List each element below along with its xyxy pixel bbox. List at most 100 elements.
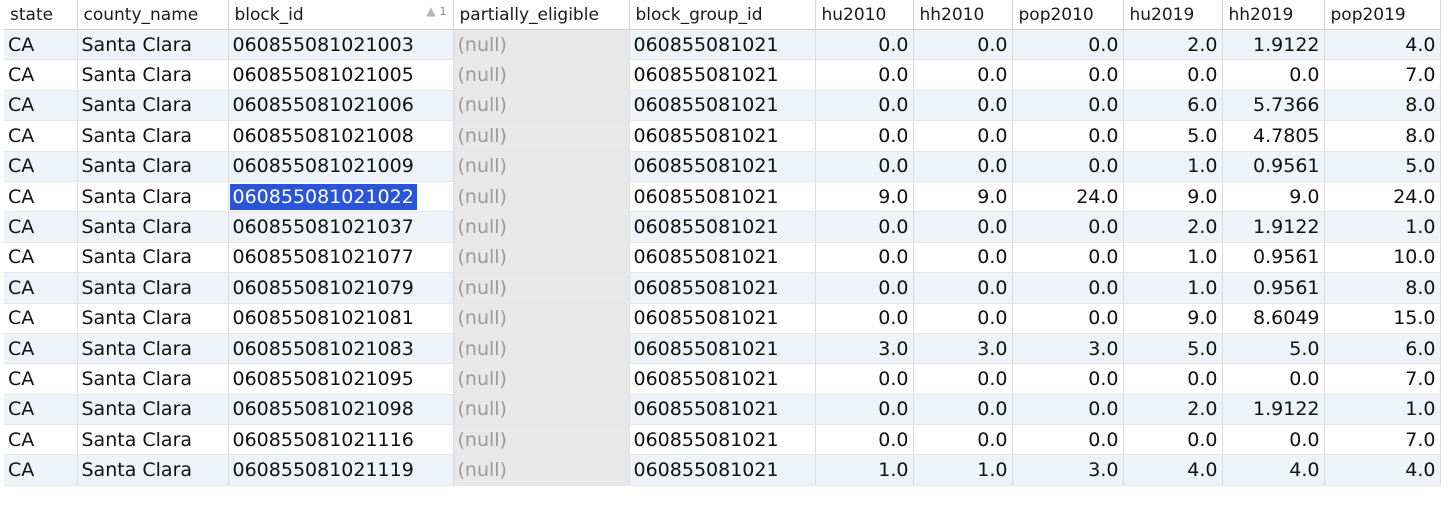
table-row[interactable]: CA Santa Clara 060855081021079 (null) 060855… bbox=[4, 272, 1441, 304]
cell-pop2019[interactable]: 15.0 bbox=[1324, 303, 1441, 334]
cell-state[interactable]: CA bbox=[4, 333, 78, 365]
cell-county-name[interactable]: Santa Clara bbox=[77, 242, 229, 274]
table-row[interactable]: CA Santa Clara 060855081021095 (null) 060855… bbox=[4, 363, 1441, 395]
column-header-hh2010[interactable]: hh2010 bbox=[913, 0, 1013, 30]
cell-pop2010[interactable]: 0.0 bbox=[1012, 424, 1124, 456]
cell-hu2019[interactable]: 0.0 bbox=[1123, 363, 1223, 395]
cell-partially-eligible[interactable]: (null) bbox=[453, 181, 630, 213]
column-header-hu2019[interactable]: hu2019 bbox=[1123, 0, 1223, 30]
cell-block-group-id[interactable]: 060855081021 bbox=[629, 272, 816, 304]
cell-county-name[interactable]: Santa Clara bbox=[77, 454, 229, 486]
cell-hh2010[interactable]: 0.0 bbox=[913, 363, 1013, 395]
cell-block-id[interactable]: 060855081021081 bbox=[228, 303, 454, 334]
cell-state[interactable]: CA bbox=[4, 394, 78, 426]
table-row[interactable]: CA Santa Clara 060855081021119 (null) 060855… bbox=[4, 454, 1441, 486]
cell-hh2019[interactable]: 1.9122 bbox=[1222, 211, 1325, 243]
cell-pop2019[interactable]: 7.0 bbox=[1324, 59, 1441, 91]
cell-block-group-id[interactable]: 060855081021 bbox=[629, 242, 816, 274]
cell-hu2010[interactable]: 0.0 bbox=[815, 120, 914, 152]
cell-partially-eligible[interactable]: (null) bbox=[453, 333, 630, 365]
cell-state[interactable]: CA bbox=[4, 242, 78, 274]
cell-block-id[interactable]: 060855081021006 bbox=[228, 90, 454, 122]
cell-hh2010[interactable]: 0.0 bbox=[913, 424, 1013, 456]
cell-county-name[interactable]: Santa Clara bbox=[77, 90, 229, 122]
cell-county-name[interactable]: Santa Clara bbox=[77, 272, 229, 304]
cell-partially-eligible[interactable]: (null) bbox=[453, 59, 630, 91]
cell-block-id[interactable]: 060855081021119 bbox=[228, 454, 454, 486]
cell-block-id[interactable]: 060855081021116 bbox=[228, 424, 454, 456]
cell-state[interactable]: CA bbox=[4, 151, 78, 182]
cell-pop2010[interactable]: 0.0 bbox=[1012, 394, 1124, 426]
cell-hu2019[interactable]: 0.0 bbox=[1123, 59, 1223, 91]
cell-hu2019[interactable]: 1.0 bbox=[1123, 272, 1223, 304]
cell-hh2019[interactable]: 0.9561 bbox=[1222, 272, 1325, 304]
column-header-hh2019[interactable]: hh2019 bbox=[1222, 0, 1325, 30]
cell-pop2019[interactable]: 1.0 bbox=[1324, 394, 1441, 426]
cell-hu2010[interactable]: 0.0 bbox=[815, 303, 914, 334]
cell-hu2019[interactable]: 5.0 bbox=[1123, 120, 1223, 152]
table-row[interactable]: CA Santa Clara 060855081021116 (null) 060855… bbox=[4, 424, 1441, 456]
cell-pop2019[interactable]: 8.0 bbox=[1324, 90, 1441, 122]
cell-partially-eligible[interactable]: (null) bbox=[453, 151, 630, 182]
cell-block-group-id[interactable]: 060855081021 bbox=[629, 90, 816, 122]
cell-hu2010[interactable]: 0.0 bbox=[815, 211, 914, 243]
cell-pop2019[interactable]: 6.0 bbox=[1324, 333, 1441, 365]
cell-county-name[interactable]: Santa Clara bbox=[77, 424, 229, 456]
cell-hh2019[interactable]: 5.0 bbox=[1222, 333, 1325, 365]
cell-hh2010[interactable]: 9.0 bbox=[913, 181, 1013, 213]
cell-block-id[interactable]: 060855081021003 bbox=[228, 29, 454, 61]
cell-pop2010[interactable]: 0.0 bbox=[1012, 90, 1124, 122]
cell-hu2010[interactable]: 0.0 bbox=[815, 90, 914, 122]
cell-pop2019[interactable]: 4.0 bbox=[1324, 29, 1441, 61]
cell-partially-eligible[interactable]: (null) bbox=[453, 90, 630, 122]
cell-state[interactable]: CA bbox=[4, 120, 78, 152]
cell-block-id[interactable]: 060855081021037 bbox=[228, 211, 454, 243]
cell-hh2010[interactable]: 0.0 bbox=[913, 303, 1013, 334]
cell-hu2010[interactable]: 3.0 bbox=[815, 333, 914, 365]
cell-hu2019[interactable]: 2.0 bbox=[1123, 211, 1223, 243]
cell-pop2010[interactable]: 0.0 bbox=[1012, 242, 1124, 274]
cell-pop2010[interactable]: 0.0 bbox=[1012, 363, 1124, 395]
table-row[interactable]: CA Santa Clara 060855081021077 (null) 060855… bbox=[4, 242, 1441, 274]
cell-pop2010[interactable]: 0.0 bbox=[1012, 59, 1124, 91]
cell-hu2010[interactable]: 1.0 bbox=[815, 454, 914, 486]
cell-block-id[interactable]: 060855081021095 bbox=[228, 363, 454, 395]
cell-state[interactable]: CA bbox=[4, 90, 78, 122]
cell-hu2019[interactable]: 9.0 bbox=[1123, 303, 1223, 334]
cell-block-group-id[interactable]: 060855081021 bbox=[629, 181, 816, 213]
column-header-block-group-id[interactable]: block_group_id bbox=[629, 0, 816, 30]
cell-state[interactable]: CA bbox=[4, 29, 78, 61]
cell-block-id[interactable]: 060855081021022 bbox=[228, 181, 454, 213]
cell-hu2019[interactable]: 1.0 bbox=[1123, 242, 1223, 274]
cell-hh2019[interactable]: 4.7805 bbox=[1222, 120, 1325, 152]
cell-hu2010[interactable]: 0.0 bbox=[815, 151, 914, 182]
cell-hh2019[interactable]: 4.0 bbox=[1222, 454, 1325, 486]
cell-hu2010[interactable]: 0.0 bbox=[815, 59, 914, 91]
cell-hu2019[interactable]: 0.0 bbox=[1123, 424, 1223, 456]
cell-block-id[interactable]: 060855081021077 bbox=[228, 242, 454, 274]
cell-pop2019[interactable]: 7.0 bbox=[1324, 424, 1441, 456]
cell-pop2019[interactable]: 8.0 bbox=[1324, 272, 1441, 304]
cell-hu2019[interactable]: 4.0 bbox=[1123, 454, 1223, 486]
cell-block-id[interactable]: 060855081021083 bbox=[228, 333, 454, 365]
cell-county-name[interactable]: Santa Clara bbox=[77, 303, 229, 334]
cell-pop2010[interactable]: 0.0 bbox=[1012, 29, 1124, 61]
cell-pop2010[interactable]: 24.0 bbox=[1012, 181, 1124, 213]
cell-county-name[interactable]: Santa Clara bbox=[77, 29, 229, 61]
cell-partially-eligible[interactable]: (null) bbox=[453, 454, 630, 486]
column-header-county-name[interactable]: county_name bbox=[77, 0, 229, 30]
column-header-state[interactable]: state bbox=[4, 0, 78, 30]
cell-state[interactable]: CA bbox=[4, 211, 78, 243]
column-header-hu2010[interactable]: hu2010 bbox=[815, 0, 914, 30]
cell-pop2010[interactable]: 3.0 bbox=[1012, 454, 1124, 486]
cell-hu2019[interactable]: 2.0 bbox=[1123, 29, 1223, 61]
cell-county-name[interactable]: Santa Clara bbox=[77, 59, 229, 91]
cell-state[interactable]: CA bbox=[4, 424, 78, 456]
cell-county-name[interactable]: Santa Clara bbox=[77, 363, 229, 395]
cell-pop2019[interactable]: 7.0 bbox=[1324, 363, 1441, 395]
cell-hu2019[interactable]: 2.0 bbox=[1123, 394, 1223, 426]
cell-hh2010[interactable]: 0.0 bbox=[913, 242, 1013, 274]
cell-partially-eligible[interactable]: (null) bbox=[453, 29, 630, 61]
cell-partially-eligible[interactable]: (null) bbox=[453, 242, 630, 274]
cell-state[interactable]: CA bbox=[4, 59, 78, 91]
